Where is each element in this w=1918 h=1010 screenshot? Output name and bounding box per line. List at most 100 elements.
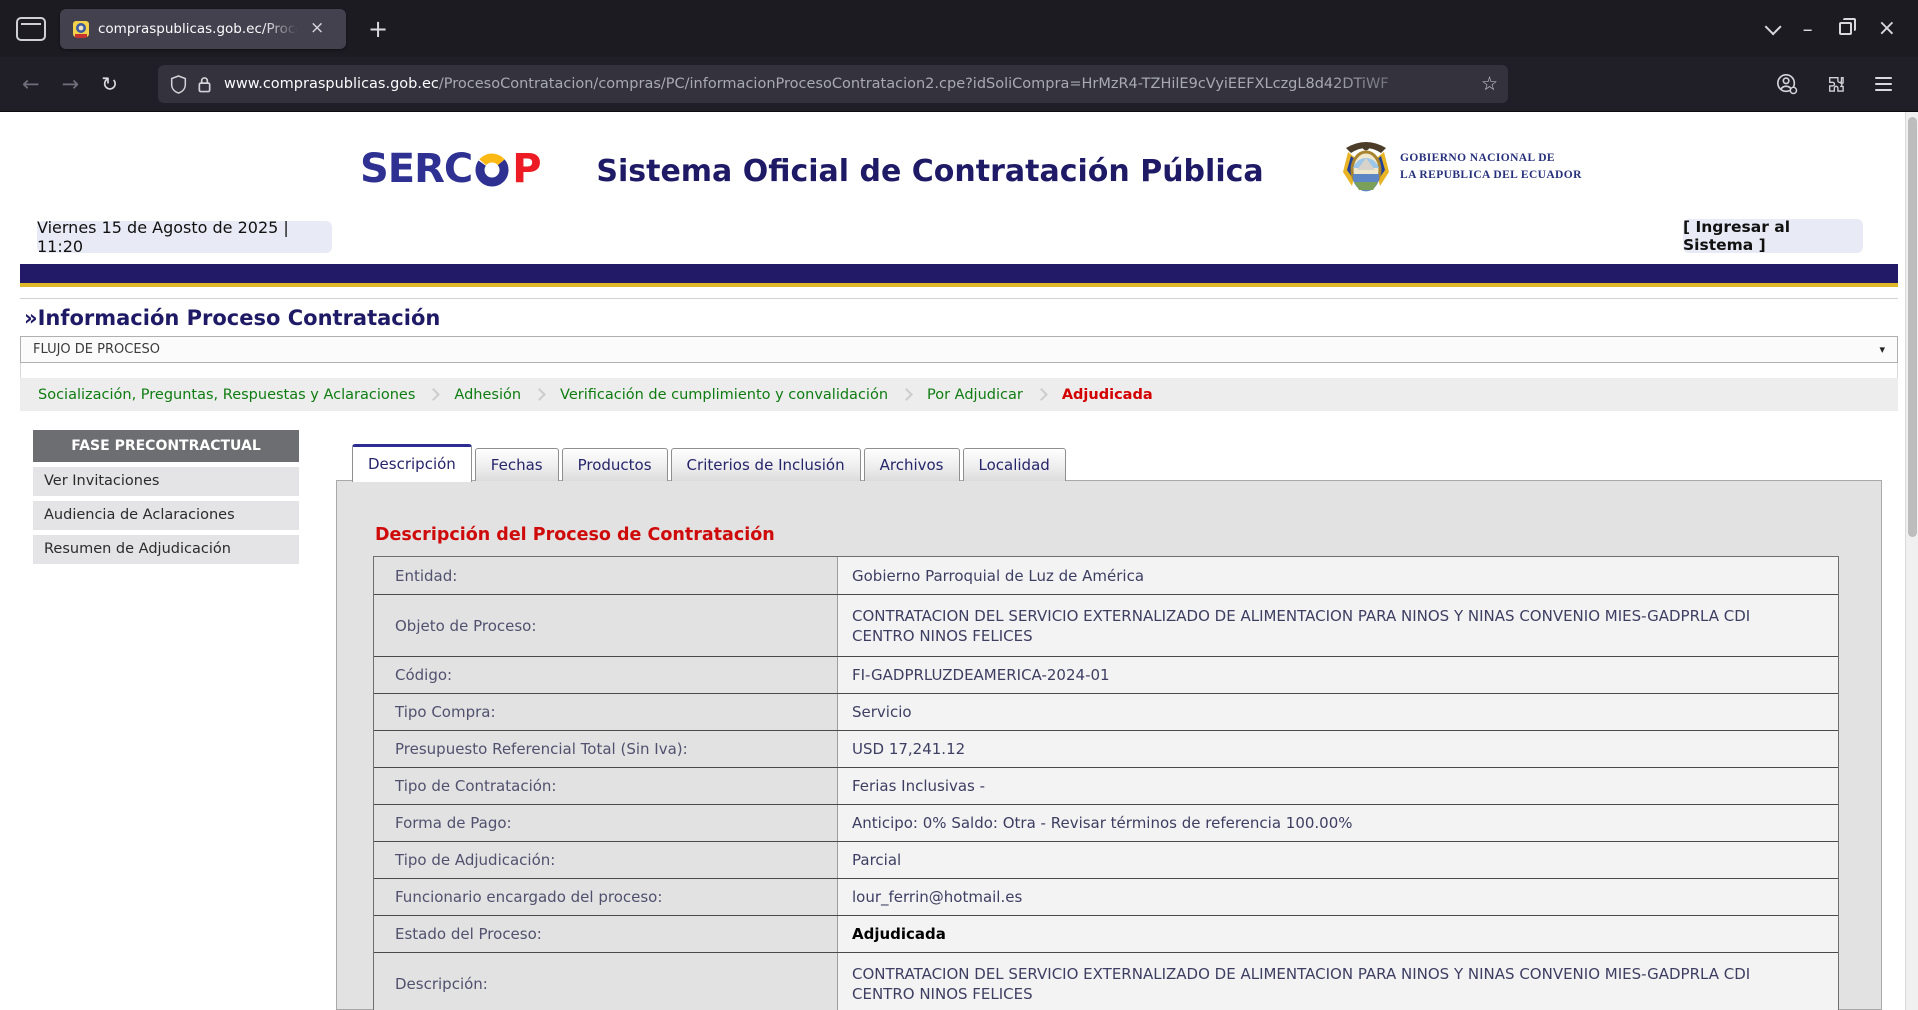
page-content: SERC P Sistema Oficial de Contratación P… [0, 112, 1918, 1010]
sidebar-item[interactable]: Resumen de Adjudicación [33, 535, 299, 564]
bookmark-star-icon[interactable]: ☆ [1481, 73, 1498, 95]
navy-divider-band [20, 264, 1898, 287]
detail-tab[interactable]: Criterios de Inclusión [671, 448, 861, 481]
process-description-table: Entidad: Gobierno Parroquial de Luz de A… [373, 556, 1839, 1010]
new-tab-button[interactable]: + [360, 15, 396, 43]
sercop-logo-text-suffix: P [512, 146, 540, 192]
table-row: Código: FI-GADPRLUZDEAMERICA-2024-01 [374, 656, 1838, 693]
reload-button[interactable]: ↻ [101, 72, 118, 96]
sidebar: FASE PRECONTRACTUAL Ver InvitacionesAudi… [33, 430, 299, 569]
breadcrumb-step[interactable]: Por Adjudicar [927, 387, 1062, 403]
field-value: Anticipo: 0% Saldo: Otra - Revisar térmi… [837, 805, 1838, 841]
section-title: »Información Proceso Contratación [20, 298, 1898, 335]
table-row: Funcionario encargado del proceso: lour_… [374, 878, 1838, 915]
table-row: Entidad: Gobierno Parroquial de Luz de A… [374, 557, 1838, 594]
detail-tab[interactable]: Fechas [475, 448, 559, 481]
breadcrumb-step[interactable]: Verificación de cumplimiento y convalida… [560, 387, 927, 403]
field-label: Forma de Pago: [374, 805, 837, 841]
browser-tab-bar: compraspublicas.gob.ec/Proces × + – × [0, 0, 1918, 57]
field-value: USD 17,241.12 [837, 731, 1838, 767]
breadcrumb-separator-icon [1035, 388, 1048, 401]
sercop-logo: SERC P [360, 146, 541, 192]
url-path: /ProcesoContratacion/compras/PC/informac… [439, 76, 1389, 92]
field-value: CONTRATACION DEL SERVICIO EXTERNALIZADO … [837, 953, 1838, 1010]
field-label: Funcionario encargado del proceso: [374, 879, 837, 915]
table-row: Presupuesto Referencial Total (Sin Iva):… [374, 730, 1838, 767]
process-flow-selector[interactable]: FLUJO DE PROCESO ▾ [20, 336, 1898, 363]
tab-panel-body: Descripción del Proceso de Contratación … [336, 480, 1882, 1010]
field-label: Presupuesto Referencial Total (Sin Iva): [374, 731, 837, 767]
close-window-button[interactable]: × [1878, 18, 1896, 40]
detail-tab[interactable]: Localidad [963, 448, 1066, 481]
account-icon[interactable] [1776, 73, 1798, 95]
table-row: Forma de Pago: Anticipo: 0% Saldo: Otra … [374, 804, 1838, 841]
tab-title: compraspublicas.gob.ec/Proces [98, 21, 298, 37]
sercop-logo-o-icon [473, 150, 511, 188]
government-logo: GOBIERNO NACIONAL DE LA REPUBLICA DEL EC… [1340, 138, 1582, 196]
process-flow-label: FLUJO DE PROCESO [33, 342, 160, 357]
login-button[interactable]: [ Ingresar al Sistema ] [1683, 219, 1863, 253]
tab-close-icon[interactable]: × [306, 18, 328, 39]
breadcrumb-separator-icon [533, 388, 546, 401]
breadcrumb-step[interactable]: Adhesión [454, 387, 560, 403]
minimize-button[interactable]: – [1803, 17, 1813, 41]
field-value: FI-GADPRLUZDEAMERICA-2024-01 [837, 657, 1838, 693]
field-label: Entidad: [374, 557, 837, 594]
detail-tab[interactable]: Descripción [352, 444, 472, 482]
breadcrumb-separator-icon [900, 388, 913, 401]
breadcrumb-separator-icon [428, 388, 441, 401]
url-domain: www.compraspublicas.gob.ec [224, 76, 439, 92]
table-row: Objeto de Proceso: CONTRATACION DEL SERV… [374, 594, 1838, 656]
forward-button[interactable]: → [62, 72, 80, 96]
breadcrumb-step-label: Adhesión [454, 387, 521, 403]
field-value: Adjudicada [837, 916, 1838, 952]
scrollbar-thumb[interactable] [1908, 117, 1917, 537]
breadcrumb-step[interactable]: Adjudicada [1062, 387, 1153, 403]
field-label: Tipo de Contratación: [374, 768, 837, 804]
table-row: Tipo de Adjudicación: Parcial [374, 841, 1838, 878]
field-label: Objeto de Proceso: [374, 595, 837, 656]
back-button[interactable]: ← [22, 72, 40, 96]
sidebar-items: Ver Invitaciones Audiencia de Aclaracione… [33, 467, 299, 564]
lock-icon[interactable] [197, 75, 212, 94]
gov-logo-line2: LA REPUBLICA DEL ECUADOR [1400, 167, 1582, 184]
breadcrumb-step-label: Verificación de cumplimiento y convalida… [560, 387, 888, 403]
breadcrumb-step-label: Adjudicada [1062, 387, 1153, 403]
extensions-puzzle-icon[interactable] [1826, 74, 1847, 95]
detail-tab[interactable]: Archivos [864, 448, 960, 481]
detail-tab[interactable]: Productos [562, 448, 668, 481]
breadcrumb-step-label: Socialización, Preguntas, Respuestas y A… [38, 387, 415, 403]
breadcrumb-step-label: Por Adjudicar [927, 387, 1023, 403]
field-label: Código: [374, 657, 837, 693]
field-value: lour_ferrin@hotmail.es [837, 879, 1838, 915]
breadcrumb-step[interactable]: Socialización, Preguntas, Respuestas y A… [38, 387, 454, 403]
url-bar[interactable]: www.compraspublicas.gob.ec/ProcesoContra… [158, 65, 1508, 103]
gov-logo-line1: GOBIERNO NACIONAL DE [1400, 150, 1582, 167]
firefox-view-icon[interactable] [16, 17, 46, 41]
url-text[interactable]: www.compraspublicas.gob.ec/ProcesoContra… [224, 76, 1475, 92]
process-flow-body [20, 363, 1898, 378]
sidebar-item[interactable]: Audiencia de Aclaraciones [33, 501, 299, 530]
datetime-display: Viernes 15 de Agosto de 2025 | 11:20 [37, 221, 332, 253]
sercop-logo-text-prefix: SERC [360, 146, 472, 192]
field-label: Tipo Compra: [374, 694, 837, 730]
tracking-shield-icon[interactable] [170, 75, 187, 94]
field-value: Servicio [837, 694, 1838, 730]
page-scrollbar[interactable] [1905, 112, 1918, 1010]
table-row: Descripción: CONTRATACION DEL SERVICIO E… [374, 952, 1838, 1010]
field-value: Ferias Inclusivas - [837, 768, 1838, 804]
detail-tabs: DescripciónFechasProductosCriterios de I… [352, 443, 1066, 481]
list-tabs-chevron-icon[interactable] [1764, 18, 1781, 35]
site-favicon-icon [72, 20, 90, 38]
browser-tab[interactable]: compraspublicas.gob.ec/Proces × [60, 9, 346, 49]
field-value: Parcial [837, 842, 1838, 878]
table-row: Estado del Proceso: Adjudicada [374, 915, 1838, 952]
restore-window-button[interactable] [1839, 22, 1852, 35]
process-detail-panel: DescripciónFechasProductosCriterios de I… [336, 443, 1882, 1010]
description-heading: Descripción del Proceso de Contratación [375, 525, 1881, 545]
page-title: Sistema Oficial de Contratación Pública [550, 154, 1310, 189]
field-value: CONTRATACION DEL SERVICIO EXTERNALIZADO … [837, 595, 1838, 656]
menu-hamburger-icon[interactable] [1875, 77, 1892, 91]
sidebar-item[interactable]: Ver Invitaciones [33, 467, 299, 496]
field-value: Gobierno Parroquial de Luz de América [837, 557, 1838, 594]
